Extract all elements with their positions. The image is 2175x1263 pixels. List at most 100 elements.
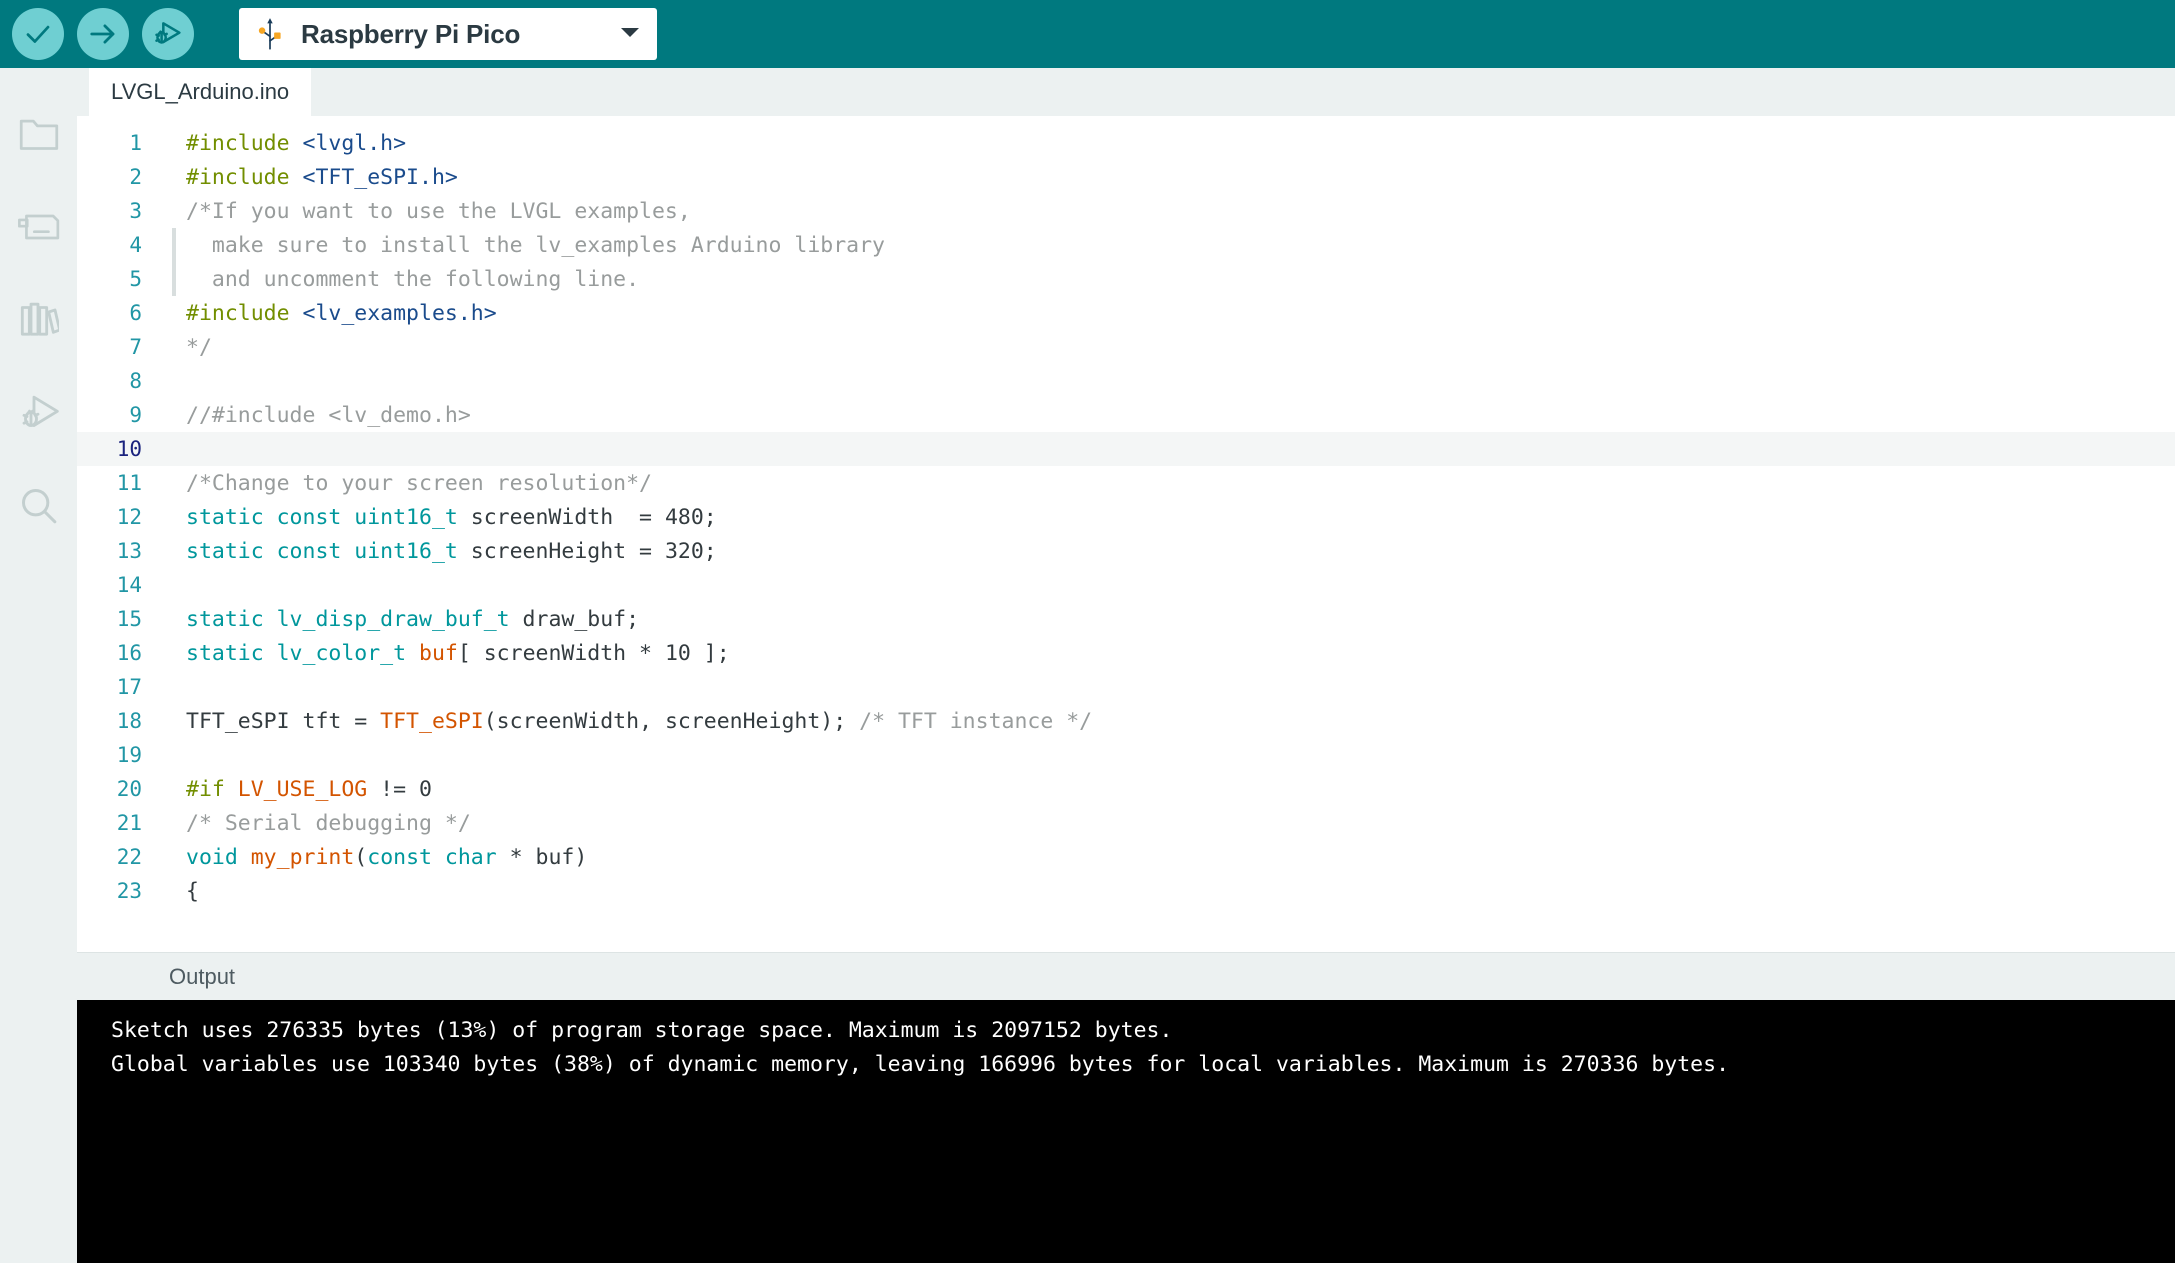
code-line[interactable]: 16 static lv_color_t buf[ screenWidth * 1… <box>77 636 2175 670</box>
workbench: LVGL_Arduino.ino 1 #include <lvgl.h> 2 #inc… <box>0 68 2175 1263</box>
line-number: 2 <box>129 165 142 189</box>
code-token: const char <box>367 844 497 870</box>
code-token: */ <box>186 334 212 360</box>
code-token: <TFT_eSPI.h> <box>302 164 458 190</box>
editor-tabbar: LVGL_Arduino.ino <box>77 68 2175 116</box>
tab-label: LVGL_Arduino.ino <box>111 79 290 104</box>
code-line[interactable]: 12 static const uint16_t screenWidth = 48… <box>77 500 2175 534</box>
code-line[interactable]: 19 <box>77 738 2175 772</box>
code-line[interactable]: 23 { <box>77 874 2175 908</box>
line-number: 19 <box>116 743 142 767</box>
code-token: static lv_color_t <box>186 640 419 666</box>
code-token: 0 <box>419 776 432 802</box>
verify-button[interactable] <box>12 8 64 60</box>
code-token: //#include <lv_demo.h> <box>186 402 471 428</box>
output-console[interactable]: Sketch uses 276335 bytes (13%) of progra… <box>77 1000 2175 1263</box>
code-text: void my_print(const char * buf) <box>176 845 587 870</box>
line-number: 21 <box>116 811 142 835</box>
folder-icon <box>18 115 60 158</box>
code-line[interactable]: 4 make sure to install the lv_examples A… <box>77 228 2175 262</box>
code-token: #if <box>186 776 238 802</box>
bug-play-icon <box>152 18 184 50</box>
code-line[interactable]: 15 static lv_disp_draw_buf_t draw_buf; <box>77 602 2175 636</box>
code-text: and uncomment the following line. <box>176 267 639 292</box>
code-line[interactable]: 1 #include <lvgl.h> <box>77 126 2175 160</box>
code-line[interactable]: 14 <box>77 568 2175 602</box>
code-line[interactable]: 21 /* Serial debugging */ <box>77 806 2175 840</box>
line-number: 17 <box>116 675 142 699</box>
code-line[interactable]: 10 <box>77 432 2175 466</box>
code-token: draw_buf; <box>509 606 640 632</box>
code-line[interactable]: 7 */ <box>77 330 2175 364</box>
code-line[interactable]: 5 and uncomment the following line. <box>77 262 2175 296</box>
upload-button[interactable] <box>77 8 129 60</box>
debug-button[interactable] <box>142 8 194 60</box>
chevron-down-icon[interactable] <box>619 25 641 44</box>
code-line[interactable]: 18 TFT_eSPI tft = TFT_eSPI(screenWidth, s… <box>77 704 2175 738</box>
code-line[interactable]: 13 static const uint16_t screenHeight = 3… <box>77 534 2175 568</box>
line-number: 18 <box>116 709 142 733</box>
code-token: TFT_eSPI <box>380 708 484 734</box>
code-token: and uncomment the following line. <box>186 266 640 292</box>
code-line[interactable]: 22 void my_print(const char * buf) <box>77 840 2175 874</box>
code-token: screenHeight = <box>457 538 665 564</box>
board-chip-icon <box>17 209 61 250</box>
sidebar-item-search[interactable] <box>0 462 77 555</box>
line-number: 7 <box>129 335 142 359</box>
code-token: 10 <box>664 640 691 666</box>
code-text: /*If you want to use the LVGL examples, <box>176 199 691 224</box>
code-text: */ <box>176 335 212 360</box>
code-token: (screenWidth, screenHeight); <box>483 708 860 734</box>
sidebar-item-boards-manager[interactable] <box>0 183 77 276</box>
code-text: #include <TFT_eSPI.h> <box>176 165 458 190</box>
indent-guide <box>172 670 176 704</box>
tab-lvgl-arduino-ino[interactable]: LVGL_Arduino.ino <box>89 68 312 116</box>
line-number: 11 <box>116 471 142 495</box>
line-number: 3 <box>129 199 142 223</box>
sidebar-item-library-manager[interactable] <box>0 276 77 369</box>
board-name: Raspberry Pi Pico <box>301 18 521 49</box>
code-line[interactable]: 17 <box>77 670 2175 704</box>
code-editor[interactable]: 1 #include <lvgl.h> 2 #include <TFT_eSPI.h>… <box>77 116 2175 952</box>
line-number: 15 <box>116 607 142 631</box>
code-line[interactable]: 6 #include <lv_examples.h> <box>77 296 2175 330</box>
code-token: #include <box>186 164 303 190</box>
code-line[interactable]: 8 <box>77 364 2175 398</box>
code-token: 480 <box>664 504 704 530</box>
code-line[interactable]: 3 /*If you want to use the LVGL examples, <box>77 194 2175 228</box>
code-line[interactable]: 2 #include <TFT_eSPI.h> <box>77 160 2175 194</box>
line-number: 14 <box>116 573 142 597</box>
code-text: static const uint16_t screenHeight = 320… <box>176 539 717 564</box>
output-line: Sketch uses 276335 bytes (13%) of progra… <box>111 1018 1173 1043</box>
code-line[interactable]: 20 #if LV_USE_LOG != 0 <box>77 772 2175 806</box>
code-text: #include <lv_examples.h> <box>176 301 497 326</box>
code-token: #include <box>186 130 303 156</box>
sidebar-item-debug[interactable] <box>0 369 77 462</box>
code-line[interactable]: 11 /*Change to your screen resolution*/ <box>77 466 2175 500</box>
line-number: 8 <box>129 369 142 393</box>
indent-guide <box>172 738 176 772</box>
code-token: /* TFT instance */ <box>859 708 1093 734</box>
code-text: static lv_color_t buf[ screenWidth * 10 … <box>176 641 730 666</box>
line-number: 12 <box>116 505 142 529</box>
code-text: //#include <lv_demo.h> <box>176 403 471 428</box>
board-selector[interactable]: Raspberry Pi Pico <box>239 8 657 60</box>
line-number: 4 <box>129 233 142 257</box>
activity-bar <box>0 68 77 1263</box>
main-toolbar: Raspberry Pi Pico <box>0 0 2175 68</box>
code-token: ( <box>354 844 368 870</box>
output-line: Global variables use 103340 bytes (38%) … <box>111 1052 1730 1077</box>
sidebar-item-sketchbook[interactable] <box>0 90 77 183</box>
indent-guide <box>172 568 176 602</box>
code-token: void <box>186 844 251 870</box>
code-text: /*Change to your screen resolution*/ <box>176 471 652 496</box>
code-token: /*If you want to use the LVGL examples, <box>186 198 691 224</box>
code-token: static const uint16_t <box>186 538 458 564</box>
indent-guide <box>172 364 176 398</box>
code-text: static const uint16_t screenWidth = 480; <box>176 505 717 530</box>
arrow-right-icon <box>88 19 118 49</box>
code-token: static const uint16_t <box>186 504 458 530</box>
code-line[interactable]: 9 //#include <lv_demo.h> <box>77 398 2175 432</box>
output-title: Output <box>169 963 236 989</box>
code-text: { <box>176 879 199 904</box>
